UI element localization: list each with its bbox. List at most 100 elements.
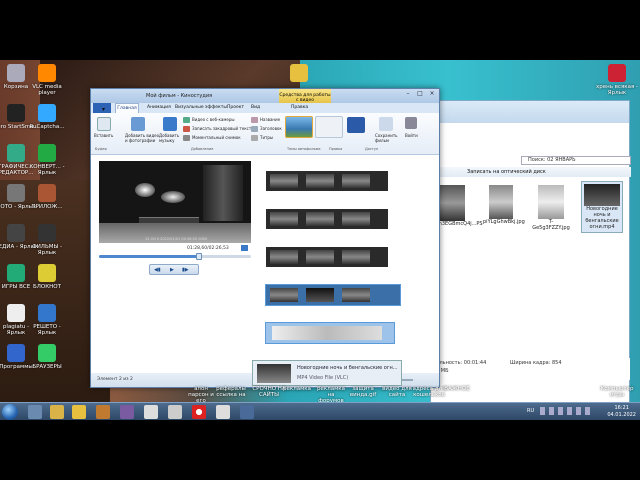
desktop-icon[interactable]: защита винда.gif (346, 386, 380, 398)
desktop-icon[interactable]: РЕШЕТО - Ярлык (24, 304, 70, 336)
storyboard-clip-selected[interactable] (265, 284, 401, 306)
split-preview-button[interactable] (241, 245, 248, 251)
tab-edit[interactable]: Правка (291, 105, 308, 110)
webcam-button[interactable]: Видео с веб-камеры (183, 117, 235, 123)
desktop-icon[interactable]: VLC media player (24, 64, 70, 96)
storyboard-clip-selected[interactable] (265, 322, 395, 344)
file-menu-button[interactable]: ▾ (93, 103, 111, 113)
taskbar-app-icon[interactable] (216, 405, 230, 419)
group-add: Добавление (191, 147, 214, 151)
video-tools-context-tab[interactable]: Средства для работы с видео (279, 89, 331, 103)
next-frame-button[interactable]: ▮▶ (182, 267, 189, 273)
maximize-button[interactable]: □ (415, 90, 425, 98)
explorer-titlebar[interactable] (431, 101, 629, 123)
desktop-icon[interactable]: Компьютер игры (600, 386, 634, 398)
desktop-icon[interactable]: ФИЛЬМЫ - Ярлык (24, 224, 70, 256)
snapshot-label: Моментальный снимок (192, 135, 241, 140)
group-share: Доступ (365, 147, 379, 151)
clip-frame (306, 174, 334, 188)
preview-thumbnail (257, 364, 291, 383)
ribbon: Вставить Добавить видео и фотографии Доб… (91, 113, 439, 155)
desktop-icon-folder-right[interactable]: хрень всякая - Ярлык (594, 64, 640, 96)
taskbar-preview[interactable]: Новогодние ночь и бенгальские огн... MP4… (252, 360, 402, 386)
autotheme-thumbnail[interactable] (285, 116, 313, 138)
desktop-icon-glyph (38, 104, 56, 122)
tray-icons[interactable] (540, 407, 590, 415)
explorer-thumb-1[interactable]: m3EGBmcQ4j...PS (437, 185, 483, 227)
close-button[interactable]: × (427, 90, 437, 98)
desktop-icon-label: БЛОКНОТ (33, 284, 61, 290)
snapshot-button[interactable]: Моментальный снимок (183, 135, 241, 141)
desktop-icon-glyph (38, 304, 56, 322)
desktop-icon-glyph (7, 344, 25, 362)
tab-home[interactable]: Главная (115, 103, 139, 113)
desktop-icon[interactable]: RuCaptcha... (24, 104, 70, 130)
explorer-burn-button[interactable]: Записать на оптический диск (431, 167, 631, 177)
minimize-button[interactable]: – (403, 90, 413, 98)
explorer-search-field[interactable]: Поиск: 02 ЯНВАРЬ (521, 156, 631, 165)
seek-thumb[interactable] (196, 253, 203, 260)
desktop-icon-label: Компьютер игры (600, 386, 634, 398)
add-video-button[interactable]: Добавить видео и фотографии (125, 133, 161, 143)
desktop-icon[interactable]: КОНВЕРТ... - Ярлык (24, 144, 70, 176)
desktop-icon-glyph (38, 144, 56, 162)
taskbar-app-icon[interactable] (50, 405, 64, 419)
seek-bar[interactable] (99, 253, 251, 260)
taskbar-app-icon[interactable] (72, 405, 86, 419)
add-music-button[interactable]: Добавить музыку (159, 133, 183, 143)
share-cloud-icon[interactable] (347, 117, 365, 133)
credits-button[interactable]: Титры (251, 135, 273, 141)
video-light (135, 183, 155, 197)
caption-button[interactable]: Заголовок (251, 126, 282, 132)
width-label: Ширина кадра: 854 (510, 360, 562, 366)
tab-animation[interactable]: Анимация (147, 105, 171, 110)
movie-maker-titlebar[interactable]: Мой фильм - Киностудия (91, 89, 439, 103)
autotheme-more[interactable] (315, 116, 343, 138)
save-movie-button[interactable]: Сохранить фильм (375, 133, 399, 143)
tab-view[interactable]: Вид (251, 105, 260, 110)
desktop-icon[interactable]: ВАЖНОЕ (440, 386, 474, 392)
desktop-icon-label: РЕШЕТО - Ярлык (33, 324, 61, 336)
start-button[interactable] (2, 404, 18, 420)
storyboard-clip[interactable] (266, 209, 388, 229)
storyboard-clip[interactable] (266, 247, 388, 267)
desktop-icon-glyph (7, 64, 25, 82)
title-button[interactable]: Название (251, 117, 280, 123)
desktop-icon[interactable]: БРАУЗЕРЫ (24, 344, 70, 370)
clock-time: 16:21 (614, 405, 629, 411)
tab-visual-effects[interactable]: Визуальные эффекты (175, 105, 227, 110)
storyboard-clip[interactable] (266, 171, 388, 191)
camera-icon (183, 135, 190, 141)
video-preview[interactable]: 12 CH 0 2022/01/01 00:38:55 0000 (99, 161, 251, 243)
play-button[interactable]: ▶ (170, 267, 174, 273)
movie-maker-window[interactable]: Мой фильм - Киностудия Средства для рабо… (90, 88, 440, 388)
clock[interactable]: 16:21 04.01.2022 (607, 405, 636, 419)
caption-icon (251, 126, 258, 132)
taskbar-app-icon[interactable] (120, 405, 134, 419)
desktop-icon[interactable]: видео для сайта (380, 386, 414, 398)
clip-frame (270, 174, 298, 188)
paste-button[interactable]: Вставить (94, 133, 113, 138)
desktop-icon[interactable]: ПРИЛОЖ... (24, 184, 70, 210)
taskbar-app-icon[interactable] (28, 405, 42, 419)
taskbar-app-icon[interactable] (144, 405, 158, 419)
ribbon-tabs: ▾ Главная Анимация Визуальные эффекты Пр… (91, 103, 439, 113)
signin-button[interactable]: Войти (405, 133, 418, 138)
explorer-thumb-2[interactable]: piYLgGhwBkj.jpg (483, 185, 525, 225)
desktop-icon-glyph (7, 264, 25, 282)
previous-frame-button[interactable]: ◀▮ (154, 267, 161, 273)
taskbar-app-icon[interactable] (168, 405, 182, 419)
taskbar-app-icon[interactable] (96, 405, 110, 419)
clip-frame (342, 212, 370, 226)
narration-button[interactable]: Записать закадровый текст (183, 126, 251, 132)
desktop-icon[interactable]: БЛОКНОТ (24, 264, 70, 290)
opera-icon[interactable] (192, 405, 206, 419)
desktop-icon[interactable]: рефералы ссылка на (214, 386, 248, 398)
explorer-thumb-video[interactable]: Новогодние ночь и бенгальские огни.mp4 (581, 181, 623, 233)
language-indicator[interactable]: RU (527, 408, 534, 414)
taskbar-app-icon[interactable] (240, 405, 254, 419)
explorer-thumb-3[interactable]: T-Ge5g3FZZY.jpg (531, 185, 571, 231)
tab-project[interactable]: Проект (227, 105, 244, 110)
desktop-icon[interactable]: рекламка (280, 386, 314, 392)
desktop-icon-folder-top[interactable] (276, 64, 322, 84)
